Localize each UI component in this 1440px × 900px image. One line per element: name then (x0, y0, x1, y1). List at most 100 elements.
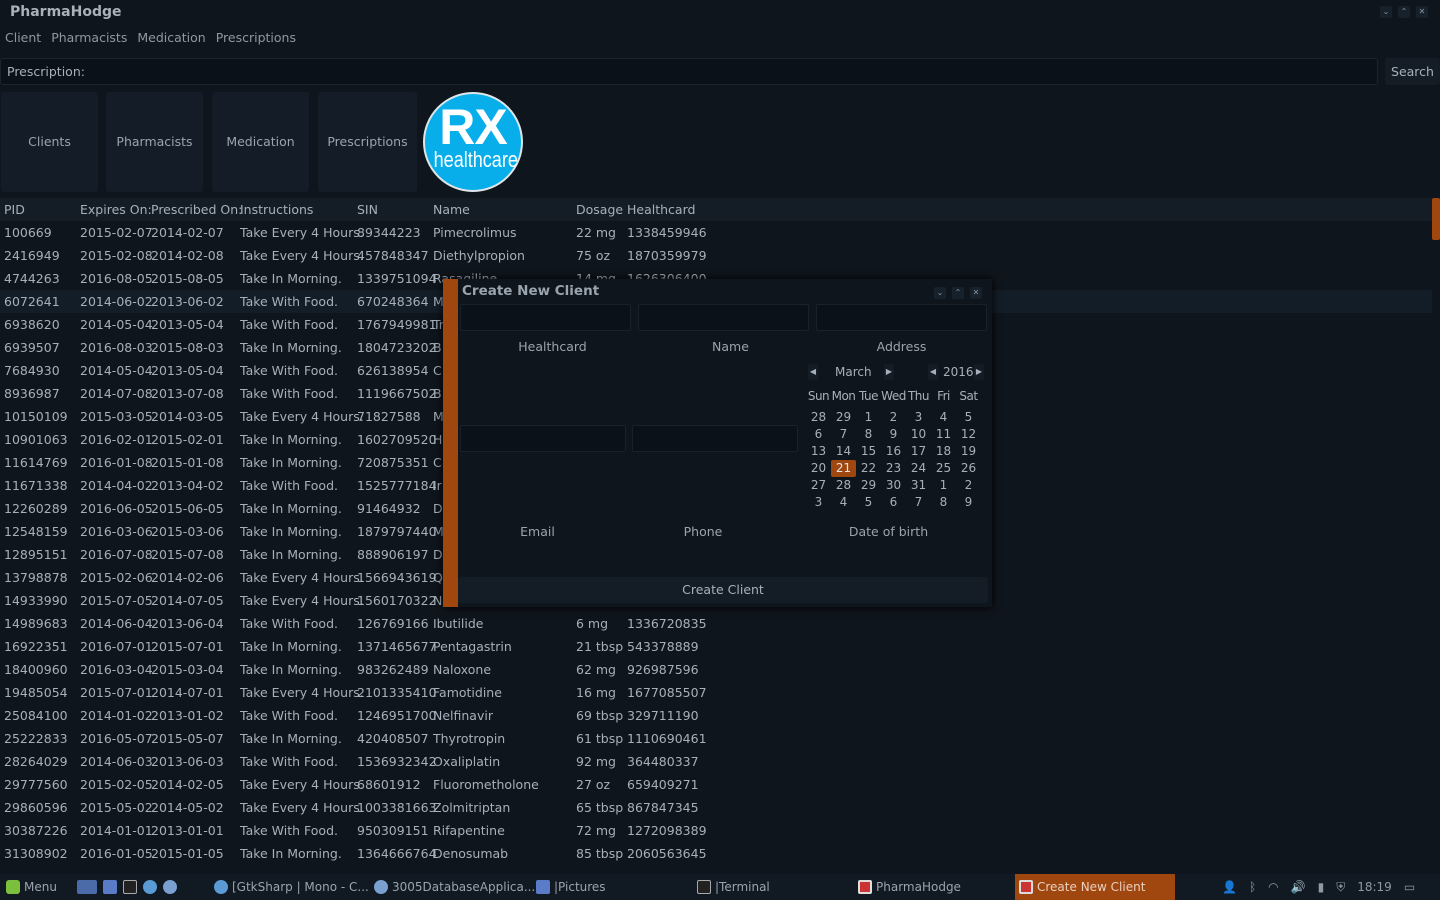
calendar-day[interactable]: 1 (856, 409, 881, 426)
prescriptions-button[interactable]: Prescriptions (318, 92, 417, 192)
column-header[interactable]: Instructions (240, 202, 313, 217)
next-month-button[interactable]: ▶ (884, 364, 894, 380)
calendar-day[interactable]: 10 (906, 426, 931, 443)
menu-medication[interactable]: Medication (137, 30, 205, 45)
column-header[interactable]: SIN (357, 202, 378, 217)
calendar-day[interactable]: 18 (931, 443, 956, 460)
calendar-day[interactable]: 31 (906, 477, 931, 494)
start-menu-button[interactable]: Menu (6, 874, 57, 900)
taskbar-item-active[interactable]: Create New Client (1015, 874, 1175, 900)
calendar-day[interactable]: 5 (956, 409, 981, 426)
dialog-close-button[interactable]: ✕ (970, 287, 982, 299)
table-row[interactable]: 100669 2015-02-07 2014-02-07 Take Every 4 H… (0, 221, 1432, 244)
search-button[interactable]: Search (1385, 58, 1440, 85)
calendar-day[interactable]: 5 (856, 494, 881, 511)
battery-icon[interactable]: ▮ (1318, 874, 1325, 900)
calendar-day[interactable]: 2 (881, 409, 906, 426)
show-desktop-icon[interactable] (77, 880, 97, 894)
clients-button[interactable]: Clients (1, 92, 98, 192)
calendar-day[interactable]: 7 (831, 426, 856, 443)
calendar-day[interactable]: 26 (956, 460, 981, 477)
table-row[interactable]: 29777560 2015-02-05 2014-02-05 Take Every 4… (0, 773, 1432, 796)
next-year-button[interactable]: ▶ (974, 364, 984, 380)
close-button[interactable]: ✕ (1416, 6, 1428, 18)
scrollbar-thumb[interactable] (1432, 198, 1440, 240)
taskbar-item[interactable]: |Terminal (697, 874, 770, 900)
bluetooth-icon[interactable]: ᛒ (1249, 874, 1256, 900)
menu-client[interactable]: Client (5, 30, 41, 45)
table-row[interactable]: 19485054 2015-07-01 2014-07-01 Take Every 4… (0, 681, 1432, 704)
calendar-day[interactable]: 9 (881, 426, 906, 443)
wifi-icon[interactable]: ◠ (1268, 874, 1278, 900)
calendar-day[interactable]: 7 (906, 494, 931, 511)
calendar-day[interactable]: 29 (831, 409, 856, 426)
calendar-day[interactable]: 12 (956, 426, 981, 443)
calendar-day[interactable]: 13 (806, 443, 831, 460)
calendar-day-selected[interactable]: 21 (831, 460, 856, 477)
table-header[interactable]: PID Expires On: Prescribed On: Instructions… (0, 198, 1432, 221)
maximize-button[interactable]: ⌃ (1398, 6, 1410, 18)
dialog-minimize-button[interactable]: ⌄ (934, 287, 946, 299)
menu-prescriptions[interactable]: Prescriptions (216, 30, 296, 45)
calendar-day[interactable]: 24 (906, 460, 931, 477)
calendar-day[interactable]: 22 (856, 460, 881, 477)
calendar-day[interactable]: 30 (881, 477, 906, 494)
table-row[interactable]: 29860596 2015-05-02 2014-05-02 Take Every 4… (0, 796, 1432, 819)
table-row[interactable]: 2416949 2015-02-08 2014-02-08 Take Every 4 … (0, 244, 1432, 267)
calendar-day[interactable]: 4 (931, 409, 956, 426)
column-header[interactable]: Expires On: (80, 202, 152, 217)
menu-pharmacists[interactable]: Pharmacists (51, 30, 127, 45)
column-header[interactable]: Prescribed On: (151, 202, 242, 217)
prev-year-button[interactable]: ◀ (928, 364, 938, 380)
calendar-day[interactable]: 11 (931, 426, 956, 443)
user-icon[interactable]: 👤 (1222, 874, 1237, 900)
table-row[interactable]: 16922351 2016-07-01 2015-07-01 Take In Morn… (0, 635, 1432, 658)
browser-icon[interactable] (143, 880, 157, 894)
calendar-day[interactable]: 28 (831, 477, 856, 494)
files-icon[interactable] (103, 880, 117, 894)
table-row[interactable]: 31308902 2016-01-05 2015-01-05 Take In Morn… (0, 842, 1432, 865)
name-input[interactable] (638, 304, 809, 331)
table-row[interactable]: 30387226 2014-01-01 2013-01-01 Take With Fo… (0, 819, 1432, 842)
calendar-day[interactable]: 4 (831, 494, 856, 511)
column-header[interactable]: Healthcard (627, 202, 695, 217)
calendar-day[interactable]: 17 (906, 443, 931, 460)
table-row[interactable]: 14989683 2014-06-04 2013-06-04 Take With Fo… (0, 612, 1432, 635)
column-header[interactable]: PID (4, 202, 25, 217)
calendar-day[interactable]: 14 (831, 443, 856, 460)
date-of-birth-calendar[interactable]: ◀ March ▶ ◀ 2016 ▶ Sun Mon Tue Wed Thu Fri Sat… (806, 364, 987, 511)
taskbar-item[interactable]: 3005DatabaseApplica... (374, 874, 535, 900)
pharmacists-button[interactable]: Pharmacists (106, 92, 203, 192)
calendar-day[interactable]: 3 (906, 409, 931, 426)
calendar-day[interactable]: 25 (931, 460, 956, 477)
monodevelop-icon[interactable] (163, 880, 177, 894)
terminal-icon[interactable] (123, 880, 137, 894)
calendar-day[interactable]: 2 (956, 477, 981, 494)
phone-input[interactable] (632, 425, 798, 452)
calendar-day[interactable]: 6 (806, 426, 831, 443)
show-windows-icon[interactable]: ▭ (1404, 874, 1415, 900)
prev-month-button[interactable]: ◀ (808, 364, 818, 380)
healthcard-input[interactable] (460, 304, 631, 331)
calendar-day[interactable]: 6 (881, 494, 906, 511)
clock[interactable]: 18:19 (1357, 874, 1392, 900)
calendar-day[interactable]: 9 (956, 494, 981, 511)
calendar-day[interactable]: 3 (806, 494, 831, 511)
shield-icon[interactable]: ⛨ (1336, 874, 1345, 900)
calendar-day[interactable]: 23 (881, 460, 906, 477)
table-row[interactable]: 28264029 2014-06-03 2013-06-03 Take With Fo… (0, 750, 1432, 773)
minimize-button[interactable]: ⌄ (1380, 6, 1392, 18)
calendar-day[interactable]: 28 (806, 409, 831, 426)
calendar-day[interactable]: 29 (856, 477, 881, 494)
dialog-maximize-button[interactable]: ⌃ (952, 287, 964, 299)
address-input[interactable] (816, 304, 987, 331)
calendar-day[interactable]: 8 (856, 426, 881, 443)
prescription-search-input[interactable]: Prescription: (0, 58, 1378, 85)
create-client-button[interactable]: Create Client (458, 577, 988, 603)
volume-icon[interactable]: 🔊 (1291, 874, 1306, 900)
taskbar-item[interactable]: PharmaHodge (858, 874, 961, 900)
taskbar-item[interactable]: [GtkSharp | Mono - C... (214, 874, 369, 900)
column-header[interactable]: Dosage (576, 202, 623, 217)
calendar-day[interactable]: 1 (931, 477, 956, 494)
column-header[interactable]: Name (433, 202, 470, 217)
